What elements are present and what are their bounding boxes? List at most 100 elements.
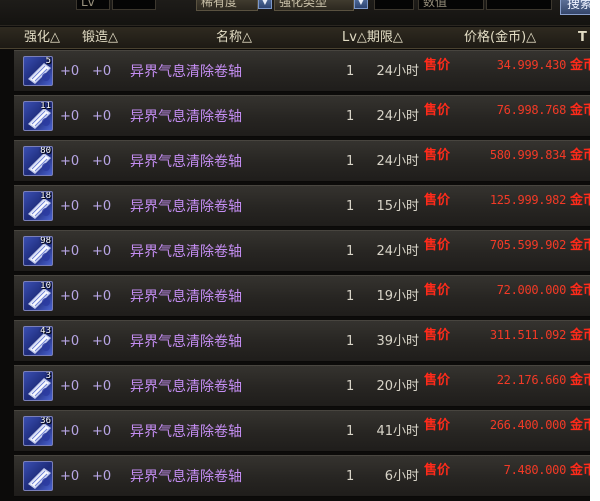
auction-row[interactable]: 3 +0 +0 异界气息清除卷轴 1 20小时 售价 22.176.660 金币 [14, 365, 590, 407]
strength-value: +0 [60, 109, 80, 124]
header-forge[interactable]: 锻造△ [82, 27, 118, 49]
level-value: 1 [346, 199, 355, 214]
scroll-icon[interactable]: 10 [23, 281, 53, 311]
item-name[interactable]: 异界气息清除卷轴 [130, 276, 242, 318]
forge-value: +0 [92, 469, 112, 484]
scroll-icon[interactable]: 80 [23, 146, 53, 176]
auction-row[interactable]: 36 +0 +0 异界气息清除卷轴 1 41小时 售价 266.400.000 … [14, 410, 590, 452]
duration-value: 20小时 [376, 379, 419, 394]
duration-value: 24小时 [376, 154, 419, 169]
scroll-icon[interactable]: 98 [23, 236, 53, 266]
sale-price-label: 售价 [424, 418, 451, 433]
rarity-select[interactable]: 稀有度 [196, 0, 258, 11]
value-filter-field[interactable]: 数值 [418, 0, 484, 10]
sale-price-label: 售价 [424, 328, 451, 343]
filter-bar: Lv 稀有度 ▼ 强化类型 ▼ 数值 搜索 [0, 0, 590, 26]
sale-price-label: 售价 [424, 463, 451, 478]
enhance-type-dropdown-arrow-icon[interactable]: ▼ [354, 0, 368, 9]
auction-row[interactable]: 10 +0 +0 异界气息清除卷轴 1 19小时 售价 72.000.000 金… [14, 275, 590, 317]
item-name[interactable]: 异界气息清除卷轴 [130, 186, 242, 228]
strength-value: +0 [60, 289, 80, 304]
currency-label: 金币 [570, 283, 590, 298]
price-value: 580.999.834 [489, 148, 566, 162]
scroll-icon[interactable]: 18 [23, 191, 53, 221]
price-value: 125.999.982 [489, 193, 566, 207]
forge-value: +0 [92, 334, 112, 349]
level-value: 1 [346, 424, 355, 439]
level-filter-field[interactable]: Lv [76, 0, 110, 10]
forge-value: +0 [92, 154, 112, 169]
strength-value: +0 [60, 244, 80, 259]
item-name[interactable]: 异界气息清除卷轴 [130, 231, 242, 273]
level-value: 1 [346, 469, 355, 484]
currency-label: 金币 [570, 418, 590, 433]
forge-value: +0 [92, 289, 112, 304]
auction-row[interactable]: 98 +0 +0 异界气息清除卷轴 1 24小时 售价 705.599.902 … [14, 230, 590, 272]
level-filter-max-field[interactable] [112, 0, 156, 10]
auction-window: Lv 稀有度 ▼ 强化类型 ▼ 数值 搜索 强化△ 锻造△ 名称△ Lv△期限△… [0, 0, 590, 501]
currency-label: 金币 [570, 58, 590, 73]
item-name[interactable]: 异界气息清除卷轴 [130, 321, 242, 363]
item-name[interactable]: 异界气息清除卷轴 [130, 411, 242, 453]
auction-row[interactable]: +0 +0 异界气息清除卷轴 1 6小时 售价 7.480.000 金币 [14, 455, 590, 497]
strength-value: +0 [60, 199, 80, 214]
sale-price-label: 售价 [424, 148, 451, 163]
item-count: 18 [40, 191, 51, 201]
scroll-icon[interactable]: 5 [23, 56, 53, 86]
level-value: 1 [346, 334, 355, 349]
item-name[interactable]: 异界气息清除卷轴 [130, 51, 242, 93]
price-value: 76.998.768 [496, 103, 567, 117]
level-value: 1 [346, 244, 355, 259]
price-value: 705.599.902 [489, 238, 566, 252]
search-button[interactable]: 搜索 [560, 0, 590, 15]
auction-row[interactable]: 5 +0 +0 异界气息清除卷轴 1 24小时 售价 34.999.430 金币 [14, 50, 590, 92]
strength-value: +0 [60, 154, 80, 169]
forge-value: +0 [92, 244, 112, 259]
strength-value: +0 [60, 64, 80, 79]
scroll-icon-graphic [28, 468, 51, 489]
auction-row[interactable]: 11 +0 +0 异界气息清除卷轴 1 24小时 售价 76.998.768 金… [14, 95, 590, 137]
header-lv-duration[interactable]: Lv△期限△ [342, 27, 403, 49]
header-name[interactable]: 名称△ [216, 27, 252, 49]
enhance-type-select[interactable]: 强化类型 [274, 0, 354, 11]
currency-label: 金币 [570, 148, 590, 163]
scroll-icon[interactable]: 36 [23, 416, 53, 446]
currency-label: 金币 [570, 238, 590, 253]
sale-price-label: 售价 [424, 193, 451, 208]
duration-value: 41小时 [376, 424, 419, 439]
auction-row[interactable]: 18 +0 +0 异界气息清除卷轴 1 15小时 售价 125.999.982 … [14, 185, 590, 227]
duration-value: 24小时 [376, 244, 419, 259]
strength-value: +0 [60, 469, 80, 484]
sale-price-label: 售价 [424, 103, 451, 118]
currency-label: 金币 [570, 328, 590, 343]
header-strength[interactable]: 强化△ [24, 27, 60, 49]
forge-value: +0 [92, 199, 112, 214]
currency-label: 金币 [570, 193, 590, 208]
currency-label: 金币 [570, 463, 590, 478]
strength-value: +0 [60, 334, 80, 349]
item-name[interactable]: 异界气息清除卷轴 [130, 366, 242, 408]
currency-label: 金币 [570, 373, 590, 388]
strength-value: +0 [60, 424, 80, 439]
scroll-icon[interactable] [23, 461, 53, 491]
item-name[interactable]: 异界气息清除卷轴 [130, 141, 242, 183]
scroll-icon[interactable]: 11 [23, 101, 53, 131]
value-min-field[interactable] [374, 0, 414, 10]
item-count: 36 [40, 416, 51, 426]
forge-value: +0 [92, 424, 112, 439]
level-value: 1 [346, 379, 355, 394]
level-value: 1 [346, 289, 355, 304]
item-name[interactable]: 异界气息清除卷轴 [130, 96, 242, 138]
item-count: 3 [45, 371, 51, 381]
value-max-field[interactable] [486, 0, 552, 10]
price-value: 7.480.000 [503, 463, 567, 477]
auction-row[interactable]: 80 +0 +0 异界气息清除卷轴 1 24小时 售价 580.999.834 … [14, 140, 590, 182]
level-value: 1 [346, 154, 355, 169]
auction-row[interactable]: 43 +0 +0 异界气息清除卷轴 1 39小时 售价 311.511.092 … [14, 320, 590, 362]
rarity-dropdown-arrow-icon[interactable]: ▼ [258, 0, 272, 9]
forge-value: +0 [92, 64, 112, 79]
sale-price-label: 售价 [424, 58, 451, 73]
item-name[interactable]: 异界气息清除卷轴 [130, 456, 242, 498]
scroll-icon[interactable]: 43 [23, 326, 53, 356]
scroll-icon[interactable]: 3 [23, 371, 53, 401]
